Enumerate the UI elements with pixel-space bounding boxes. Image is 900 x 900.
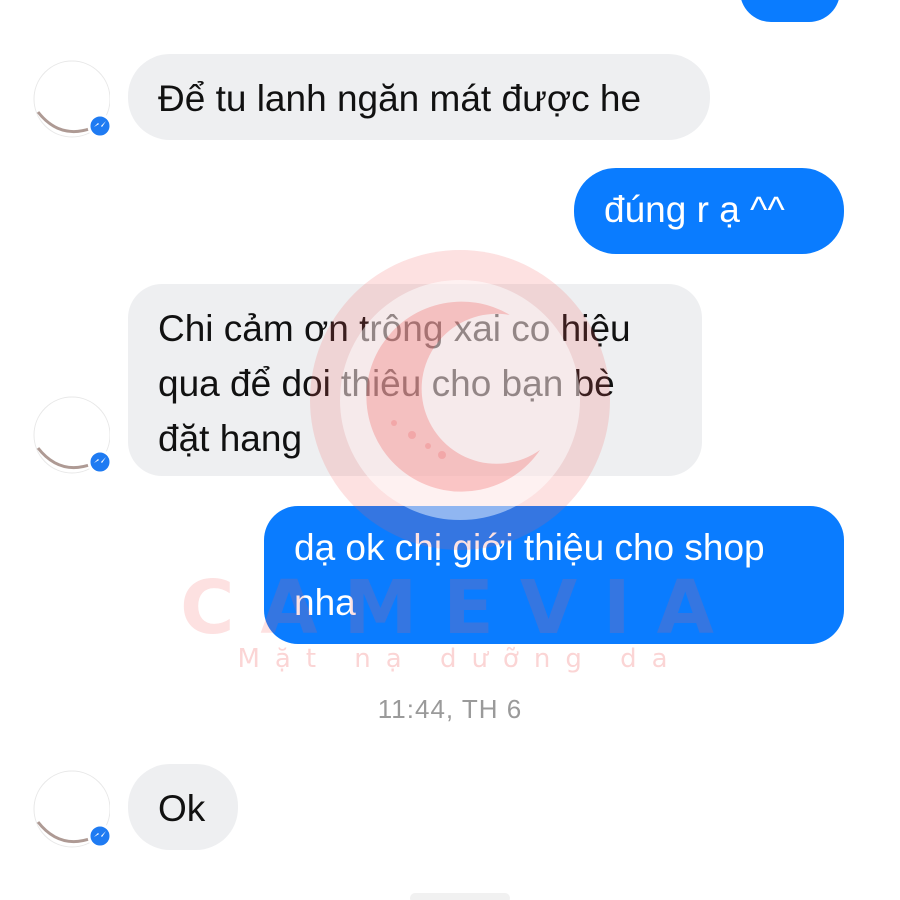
messenger-badge-icon [87, 113, 113, 139]
avatar[interactable] [30, 764, 113, 854]
incoming-message[interactable]: Ok [128, 764, 238, 850]
chat-thread[interactable]: Để tu lanh ngăn mát được he đúng r ạ ^^ … [0, 0, 900, 900]
avatar[interactable] [30, 390, 113, 480]
watermark-tagline: Mặt nạ dưỡng da [237, 644, 683, 674]
outgoing-message[interactable]: đúng r ạ ^^ [574, 168, 844, 254]
outgoing-message[interactable]: dạ ok chị giới thiệu cho shop nha [264, 506, 844, 644]
avatar[interactable] [30, 54, 113, 144]
messenger-badge-icon [87, 823, 113, 849]
incoming-message[interactable]: Chi cảm ơn trông xai co hiệu qua để doi … [128, 284, 702, 476]
message-timestamp: 11:44, TH 6 [377, 694, 523, 724]
messenger-badge-icon [87, 449, 113, 475]
next-message-partial [410, 893, 510, 900]
outgoing-message-partial [740, 0, 840, 22]
incoming-message[interactable]: Để tu lanh ngăn mát được he [128, 54, 710, 140]
